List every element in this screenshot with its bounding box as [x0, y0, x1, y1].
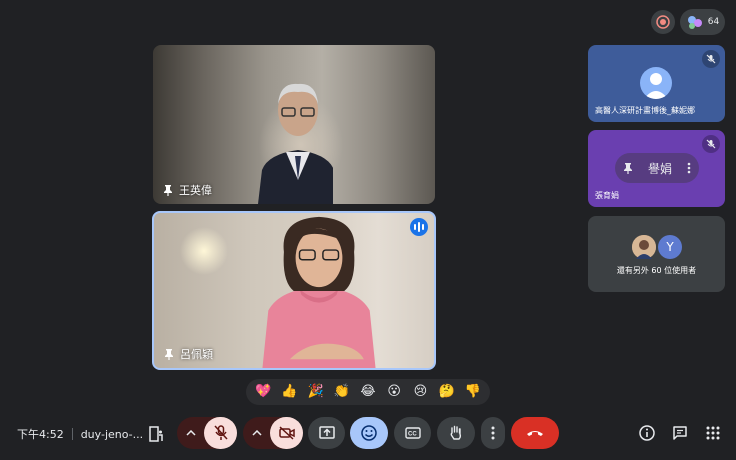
participant-name: 張育娟	[595, 191, 619, 200]
divider	[71, 428, 73, 440]
record-icon	[656, 15, 670, 29]
camera-off-icon	[278, 426, 295, 440]
more-vert-icon	[491, 426, 495, 440]
avatar: Y	[658, 235, 682, 259]
present-screen-button[interactable]	[308, 417, 345, 449]
mic-toggle-button[interactable]	[204, 417, 237, 449]
camera-control-group	[243, 417, 303, 449]
more-options-button[interactable]	[481, 417, 505, 449]
hand-icon	[450, 425, 462, 440]
participant-name: 呂佩穎	[180, 348, 213, 361]
more-options-icon[interactable]	[687, 162, 691, 174]
participant-name: 王英偉	[179, 184, 212, 197]
chat-button[interactable]	[671, 424, 689, 442]
reaction-heart[interactable]: 💖	[252, 381, 274, 403]
mic-off-icon	[702, 135, 720, 153]
participant-video-figure	[258, 83, 333, 204]
people-avatars-icon	[687, 16, 702, 29]
side-participant-tile[interactable]: 譽娟 張育娟	[588, 130, 725, 207]
mic-off-icon	[213, 425, 228, 440]
companion-mode-button[interactable]	[146, 424, 166, 444]
participant-name: 高醫人深研計畫博後_蘇妮娜	[595, 106, 695, 115]
apps-grid-icon	[706, 426, 720, 440]
participant-name-tag: 王英偉	[163, 182, 212, 198]
meeting-info: 下午4:52 duy-jeno-...	[17, 426, 143, 442]
camera-toggle-button[interactable]	[270, 417, 303, 449]
reaction-surprised[interactable]: 😮	[383, 381, 405, 403]
pin-icon[interactable]	[164, 348, 174, 360]
reaction-laugh[interactable]: 😂	[357, 381, 379, 403]
participant-name-tag: 呂佩穎	[164, 346, 213, 362]
meeting-details-button[interactable]	[638, 424, 656, 442]
raise-hand-button[interactable]	[437, 417, 475, 449]
svg-text:CC: CC	[408, 432, 417, 438]
reaction-sad[interactable]: 😢	[409, 381, 431, 403]
participant-count: 64	[707, 17, 720, 27]
reactions-bar: 💖 👍 🎉 👏 😂 😮 😢 🤔 👎	[246, 379, 490, 405]
avatar-letter: Y	[666, 240, 674, 254]
send-reaction-button[interactable]	[350, 417, 388, 449]
captions-icon: CC	[404, 427, 421, 439]
person-icon	[644, 73, 668, 99]
chat-icon	[673, 426, 687, 440]
reaction-thinking[interactable]: 🤔	[436, 381, 458, 403]
tile-hover-controls: 譽娟	[615, 153, 699, 183]
reaction-party[interactable]: 🎉	[305, 381, 327, 403]
reaction-thumbs-up[interactable]: 👍	[278, 381, 300, 403]
others-count-text: 還有另外 60 位使用者	[616, 266, 697, 275]
side-participant-tile[interactable]: 高醫人深研計畫博後_蘇妮娜	[588, 45, 725, 122]
recording-indicator[interactable]	[651, 10, 675, 34]
info-icon	[639, 425, 655, 441]
pin-icon[interactable]	[623, 162, 633, 174]
video-options-button[interactable]	[243, 417, 271, 449]
captions-button[interactable]: CC	[394, 417, 431, 449]
present-screen-icon	[318, 426, 335, 439]
avatar	[640, 67, 672, 99]
pin-icon[interactable]	[163, 184, 173, 196]
mic-off-icon	[702, 50, 720, 68]
people-button[interactable]: 64	[680, 9, 725, 35]
current-time: 下午4:52	[17, 428, 64, 441]
participant-video-figure	[262, 216, 376, 368]
speaking-indicator-icon	[410, 218, 428, 236]
audio-options-button[interactable]	[177, 417, 205, 449]
person-photo-icon	[632, 235, 656, 259]
avatar	[632, 235, 656, 259]
end-call-icon	[527, 431, 543, 436]
participant-tile-wang[interactable]: 王英偉	[153, 45, 435, 204]
reaction-clap[interactable]: 👏	[331, 381, 353, 403]
emoji-smile-icon	[361, 425, 377, 441]
chevron-up-icon	[252, 430, 262, 436]
meeting-code[interactable]: duy-jeno-...	[81, 428, 143, 441]
activities-button[interactable]	[704, 424, 722, 442]
mic-control-group	[177, 417, 237, 449]
door-person-icon	[149, 426, 163, 442]
leave-call-button[interactable]	[511, 417, 559, 449]
chevron-up-icon	[186, 430, 196, 436]
reaction-thumbs-down[interactable]: 👎	[462, 381, 484, 403]
participant-tile-lu[interactable]: 呂佩穎	[152, 211, 436, 370]
other-participants-tile[interactable]: Y 還有另外 60 位使用者	[588, 216, 725, 292]
tile-hover-label: 譽娟	[647, 161, 672, 176]
